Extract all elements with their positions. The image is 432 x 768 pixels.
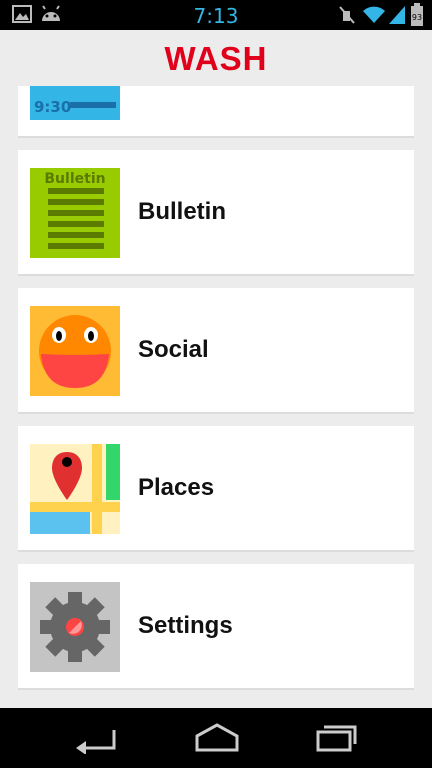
menu-item-social[interactable]: Social [18, 288, 414, 414]
clock-icon: 9:30 [30, 86, 120, 120]
recents-icon[interactable] [314, 722, 358, 759]
menu-item-label: Bulletin [138, 198, 226, 225]
menu-item-label: Places [138, 474, 215, 501]
menu-item-bulletin[interactable]: Bulletin Bulletin [18, 150, 414, 276]
status-bar: 7:13 93 [0, 0, 432, 30]
menu-item-clock[interactable]: 9:30 [18, 86, 414, 138]
menu-item-places[interactable]: Places [18, 426, 414, 552]
navigation-bar [0, 708, 432, 768]
bulletin-icon-text: Bulletin [44, 171, 105, 187]
home-icon[interactable] [194, 722, 240, 759]
bulletin-icon: Bulletin [30, 168, 120, 258]
menu-item-settings[interactable]: Settings [18, 564, 414, 690]
battery-level: 93 [412, 13, 422, 22]
app-bar: WASH [0, 30, 432, 86]
gear-icon [30, 582, 120, 672]
mute-icon [338, 5, 356, 30]
smiley-icon [30, 306, 120, 396]
wifi-icon [362, 5, 386, 30]
menu-item-label: Social [138, 336, 209, 363]
clock-icon-text: 9:30 [34, 98, 71, 116]
back-icon[interactable] [74, 722, 118, 759]
menu-item-label: Settings [138, 612, 233, 639]
battery-icon: 93 [410, 3, 424, 32]
app-title: WASH [164, 40, 268, 77]
map-pin-icon [30, 444, 120, 534]
signal-icon [388, 5, 406, 30]
menu-list[interactable]: 9:30 Bulletin Bulletin Social Places Set… [0, 86, 432, 708]
